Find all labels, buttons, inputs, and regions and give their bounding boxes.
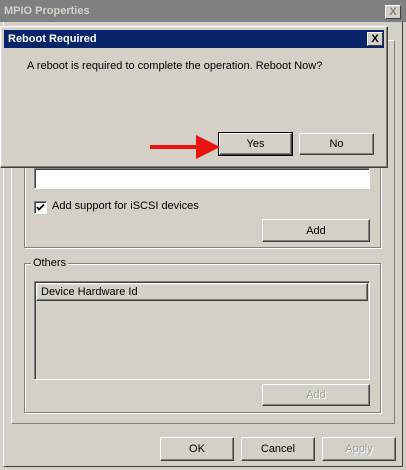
close-icon: X xyxy=(371,33,379,45)
reboot-dialog-title: Reboot Required xyxy=(8,33,97,45)
close-icon: X xyxy=(389,6,397,18)
ok-button[interactable]: OK xyxy=(160,437,234,461)
yes-button[interactable]: Yes xyxy=(218,132,293,156)
iscsi-add-label: Add xyxy=(306,224,326,237)
checkmark-icon xyxy=(36,203,45,211)
reboot-dialog-titlebar: Reboot Required xyxy=(4,30,384,48)
iscsi-add-button[interactable]: Add xyxy=(262,219,370,242)
ok-label: OK xyxy=(189,443,205,455)
hardware-id-list[interactable]: Device Hardware Id xyxy=(34,281,370,380)
iscsi-support-label: Add support for iSCSI devices xyxy=(52,200,199,212)
no-button[interactable]: No xyxy=(299,133,374,155)
reboot-message: A reboot is required to complete the ope… xyxy=(27,60,323,72)
others-group-label: Others xyxy=(31,257,69,269)
apply-button[interactable]: Apply xyxy=(322,437,396,461)
apply-label: Apply xyxy=(345,443,373,455)
cancel-label: Cancel xyxy=(260,443,296,455)
others-add-button[interactable]: Add xyxy=(262,384,370,406)
main-window-close-button[interactable]: X xyxy=(385,5,401,19)
column-header-label: Device Hardware Id xyxy=(41,286,138,298)
cancel-button[interactable]: Cancel xyxy=(241,437,315,461)
others-add-label: Add xyxy=(306,389,326,401)
device-id-input[interactable] xyxy=(34,168,370,189)
reboot-dialog-close-button[interactable]: X xyxy=(367,32,383,46)
no-label: No xyxy=(329,138,344,150)
main-window-title: MPIO Properties xyxy=(4,5,90,17)
red-arrow-icon xyxy=(150,135,220,159)
main-window-titlebar: MPIO Properties xyxy=(0,0,406,22)
hardware-id-column-header[interactable]: Device Hardware Id xyxy=(36,283,368,301)
iscsi-support-checkbox[interactable] xyxy=(34,201,47,214)
yes-label: Yes xyxy=(246,138,265,150)
